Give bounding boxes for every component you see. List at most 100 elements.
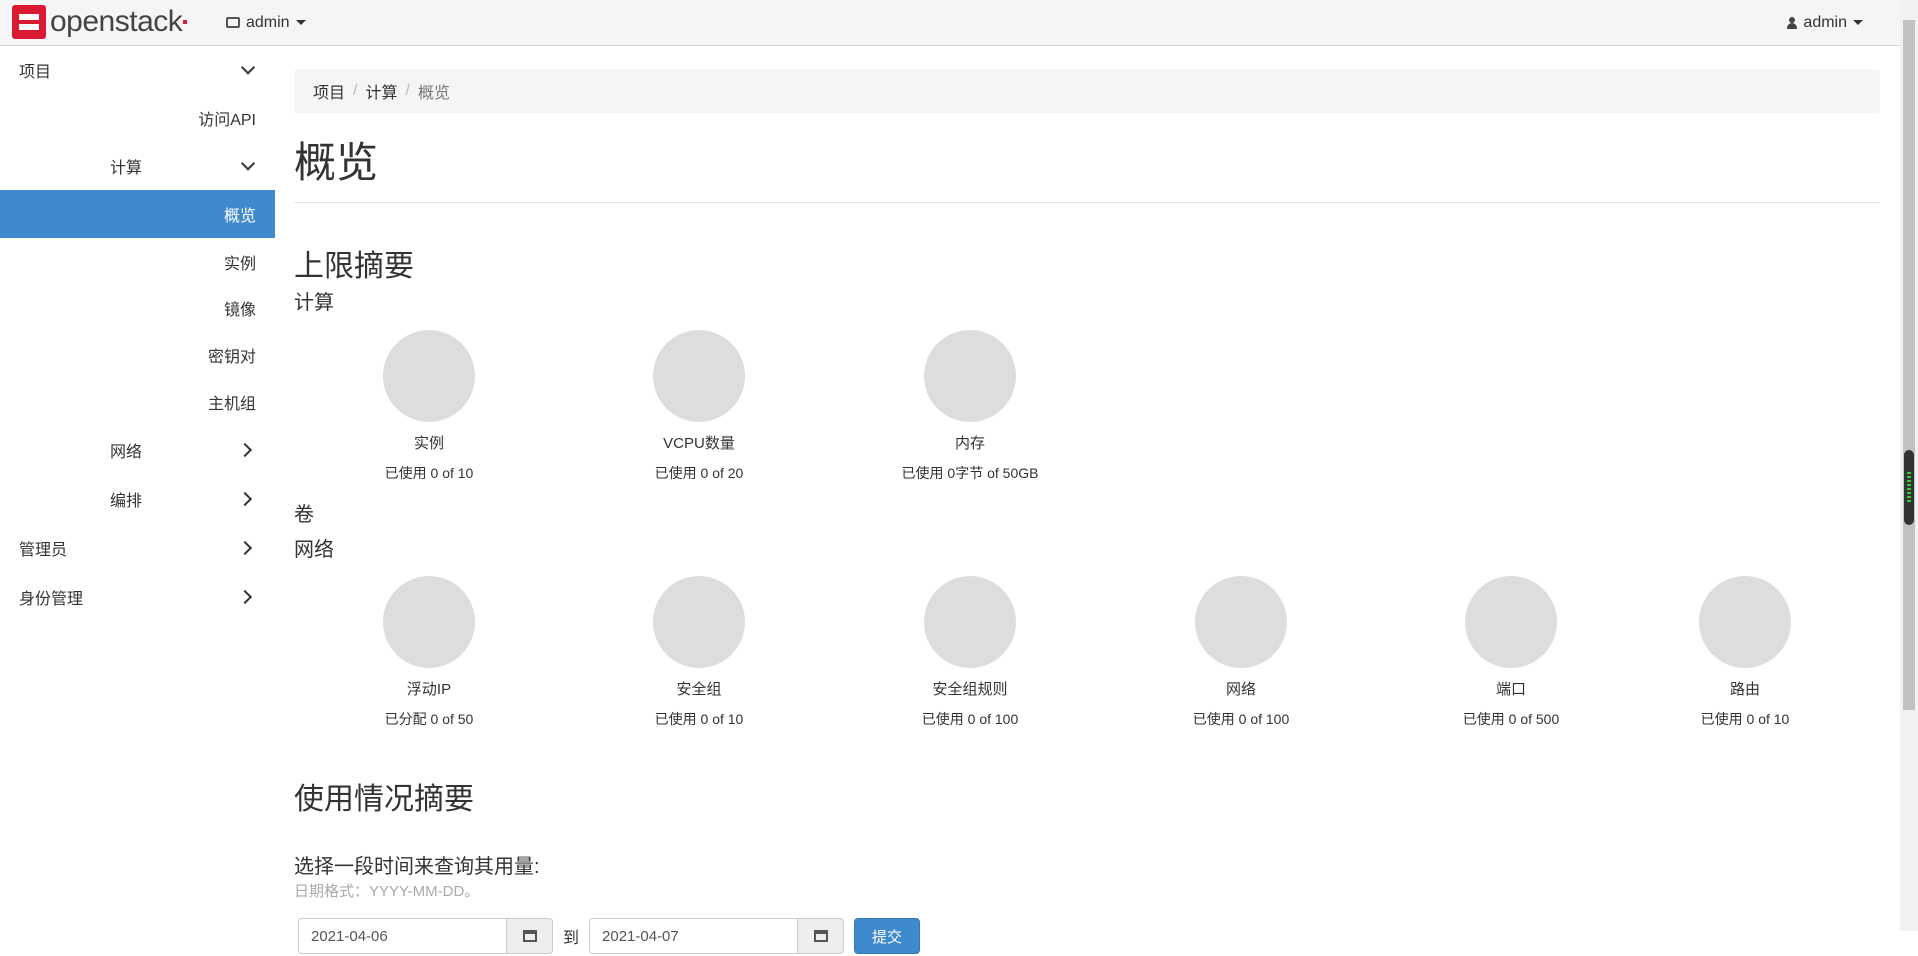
pie-chart-circle xyxy=(1465,576,1557,668)
date-range-form: 到 提交 xyxy=(298,916,921,956)
sidebar-item-identity[interactable]: 身份管理 xyxy=(0,573,275,621)
pie-chart-usage: 已使用 0 of 20 xyxy=(654,465,744,481)
pie-chart: 内存 已使用 0字节 of 50GB xyxy=(835,330,1105,483)
pie-chart-usage: 已使用 0字节 of 50GB xyxy=(901,465,1039,481)
pie-chart-circle xyxy=(1699,576,1791,668)
pie-chart-circle xyxy=(924,330,1016,422)
pie-chart: VCPU数量 已使用 0 of 20 xyxy=(564,330,834,483)
sidebar-item-server-groups[interactable]: 主机组 xyxy=(0,378,275,426)
end-date-picker-button[interactable] xyxy=(798,918,845,954)
pie-chart-usage: 已使用 0 of 500 xyxy=(1462,711,1560,727)
breadcrumb-separator: / xyxy=(405,82,410,99)
pie-chart-label: 路由 xyxy=(1729,681,1760,698)
sidebar-item-label: 网络 xyxy=(110,444,143,461)
pie-chart-label: 安全组规则 xyxy=(932,681,1008,698)
usage-summary-heading: 使用情况摘要 xyxy=(294,783,474,816)
pie-chart: 实例 已使用 0 of 10 xyxy=(294,330,564,483)
breadcrumb-item-compute[interactable]: 计算 xyxy=(365,79,397,103)
caret-down-icon xyxy=(1853,20,1863,25)
pie-chart-label: 内存 xyxy=(954,435,985,452)
chevron-right-icon xyxy=(237,540,253,556)
compute-heading: 计算 xyxy=(294,292,334,314)
breadcrumb-item-project[interactable]: 项目 xyxy=(313,79,345,103)
pie-chart-label: 安全组 xyxy=(676,681,722,698)
openstack-logo[interactable]: openstack xyxy=(12,5,188,39)
pie-chart-usage: 已分配 0 of 50 xyxy=(384,711,474,727)
end-date-input[interactable] xyxy=(589,918,799,954)
scrollbar-grip-icon[interactable] xyxy=(1904,450,1914,525)
volume-heading: 卷 xyxy=(294,504,314,526)
chevron-down-icon xyxy=(240,156,256,171)
brand-text: openstack xyxy=(50,5,183,38)
user-menu-label: admin xyxy=(1803,13,1847,31)
sidebar-item-compute[interactable]: 计算 xyxy=(0,142,275,190)
sidebar-item-label: 编排 xyxy=(110,493,143,510)
chevron-down-icon xyxy=(240,60,256,75)
pie-chart-label: 实例 xyxy=(413,435,444,452)
pie-chart-usage: 已使用 0 of 10 xyxy=(384,465,474,481)
pie-chart-circle xyxy=(383,576,475,668)
caret-down-icon xyxy=(295,20,306,25)
pie-chart-circle xyxy=(1195,576,1287,668)
pie-chart: 安全组规则 已使用 0 of 100 xyxy=(835,576,1105,729)
page-scrollbar[interactable] xyxy=(1900,0,1918,931)
calendar-icon xyxy=(813,930,828,942)
sidebar-item-network[interactable]: 网络 xyxy=(0,426,275,474)
pie-chart-label: 网络 xyxy=(1225,681,1256,698)
pie-chart-circle xyxy=(653,576,745,668)
breadcrumb: 项目 / 计算 / 概览 xyxy=(294,69,1880,113)
sidebar-item-label: 主机组 xyxy=(207,396,256,413)
sidebar-item-label: 身份管理 xyxy=(19,591,84,608)
sidebar-item-overview[interactable]: 概览 xyxy=(0,190,275,238)
sidebar-item-label: 镜像 xyxy=(223,302,256,319)
date-format-hint: 日期格式：YYYY-MM-DD。 xyxy=(294,883,480,900)
start-date-input[interactable] xyxy=(298,918,507,954)
breadcrumb-item-current: 概览 xyxy=(417,85,450,102)
sidebar-item-keypairs[interactable]: 密钥对 xyxy=(0,331,275,379)
date-query-title: 选择一段时间来查询其用量: xyxy=(294,856,540,878)
project-icon xyxy=(226,17,240,28)
brand-dot xyxy=(183,20,188,24)
sidebar-item-label: 概览 xyxy=(223,208,256,225)
pie-chart-circle xyxy=(383,330,475,422)
sidebar-item-label: 项目 xyxy=(19,64,52,81)
chevron-right-icon xyxy=(237,589,253,605)
pie-chart-usage: 已使用 0 of 100 xyxy=(921,711,1019,727)
breadcrumb-separator: / xyxy=(353,82,358,99)
project-menu-label: admin xyxy=(246,13,290,31)
sidebar: 项目 访问API 计算 概览 实例 镜像 密钥对 主机组 网络 编排 管理员 身… xyxy=(0,46,275,931)
pie-chart: 浮动IP 已分配 0 of 50 xyxy=(294,576,564,729)
sidebar-item-orchestration[interactable]: 编排 xyxy=(0,475,275,523)
pie-chart-label: 端口 xyxy=(1495,681,1526,698)
pie-chart-label: VCPU数量 xyxy=(663,435,735,452)
sidebar-item-project[interactable]: 项目 xyxy=(0,46,275,94)
openstack-logo-icon xyxy=(12,5,46,39)
pie-chart-usage: 已使用 0 of 10 xyxy=(654,711,744,727)
pie-chart: 网络 已使用 0 of 100 xyxy=(1106,576,1376,729)
user-icon xyxy=(1787,16,1798,29)
start-date-picker-button[interactable] xyxy=(507,918,553,954)
page-title: 概览 xyxy=(294,139,379,186)
pie-chart-usage: 已使用 0 of 10 xyxy=(1700,711,1790,727)
user-menu[interactable]: admin xyxy=(1787,0,1863,45)
pie-chart: 端口 已使用 0 of 500 xyxy=(1376,576,1646,729)
sidebar-item-api-access[interactable]: 访问API xyxy=(0,94,275,142)
chevron-right-icon xyxy=(237,491,253,507)
submit-button[interactable]: 提交 xyxy=(854,918,921,954)
sidebar-item-images[interactable]: 镜像 xyxy=(0,284,275,332)
sidebar-item-label: 管理员 xyxy=(19,542,68,559)
sidebar-item-admin[interactable]: 管理员 xyxy=(0,524,275,572)
network-heading: 网络 xyxy=(294,539,334,561)
sidebar-item-label: 实例 xyxy=(223,256,256,273)
divider xyxy=(294,202,1880,203)
scrollbar-thumb[interactable] xyxy=(1903,20,1915,710)
limit-summary-heading: 上限摘要 xyxy=(294,250,414,283)
pie-chart-circle xyxy=(924,576,1016,668)
sidebar-item-instances[interactable]: 实例 xyxy=(0,238,275,286)
project-menu[interactable]: admin xyxy=(226,0,306,45)
chevron-right-icon xyxy=(237,442,253,458)
pie-chart-usage: 已使用 0 of 100 xyxy=(1192,711,1290,727)
sidebar-item-label: 访问API xyxy=(198,112,256,129)
pie-chart-label: 浮动IP xyxy=(406,681,452,698)
top-navbar: openstack admin admin xyxy=(0,0,1900,46)
